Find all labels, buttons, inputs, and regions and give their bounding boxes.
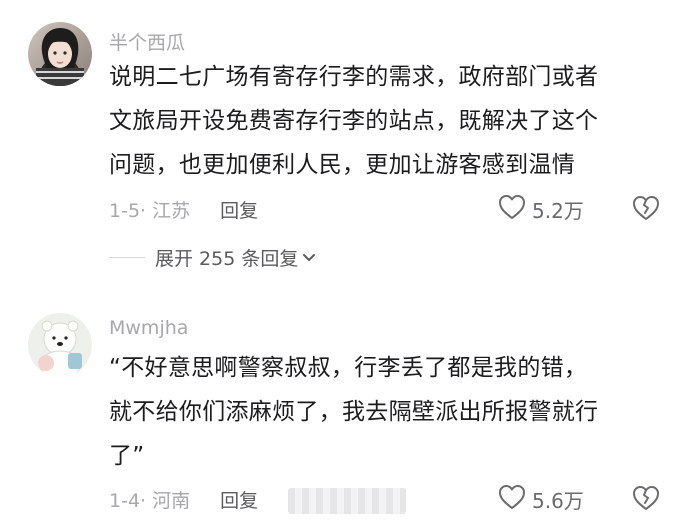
username[interactable]: 半个西瓜 [109, 28, 185, 55]
reply-button[interactable]: 回复 [220, 196, 258, 223]
comment-list: 半个西瓜 说明二七广场有寄存行李的需求，政府部门或者 文旅局开设免费寄存行李的站… [0, 0, 690, 526]
dislike-button[interactable] [632, 485, 660, 515]
watermark-blur [288, 488, 406, 514]
dislike-button[interactable] [632, 195, 660, 225]
expand-replies-button[interactable]: 展开 255 条回复 [109, 244, 316, 271]
comment-text: 说明二七广场有寄存行李的需求，政府部门或者 文旅局开设免费寄存行李的站点，既解决… [109, 64, 599, 178]
broken-heart-icon [632, 486, 660, 515]
like-button[interactable]: 5.6万 [498, 484, 584, 514]
username[interactable]: Mwmjha [109, 317, 188, 339]
comment-date-location: 1-5· 江苏 [109, 200, 191, 222]
avatar[interactable] [28, 313, 92, 377]
comment-date-location: 1-4· 河南 [109, 490, 191, 512]
like-count: 5.2万 [532, 198, 584, 223]
like-button[interactable]: 5.2万 [498, 194, 584, 224]
heart-outline-icon [498, 194, 526, 224]
like-count: 5.6万 [532, 488, 584, 513]
comment-meta: 1-4· 河南 回复 [109, 486, 258, 513]
comment-text: “不好意思啊警察叔叔，行李丢了都是我的错， 就不给你们添麻烦了，我去隔壁派出所报… [109, 355, 599, 469]
comment-meta: 1-5· 江苏 回复 [109, 196, 258, 223]
reply-button[interactable]: 回复 [220, 486, 258, 513]
avatar[interactable] [28, 22, 92, 86]
broken-heart-icon [632, 196, 660, 225]
divider [109, 257, 145, 258]
chevron-down-icon [302, 248, 316, 267]
heart-outline-icon [498, 484, 526, 514]
expand-replies-label: 展开 255 条回复 [155, 248, 299, 270]
